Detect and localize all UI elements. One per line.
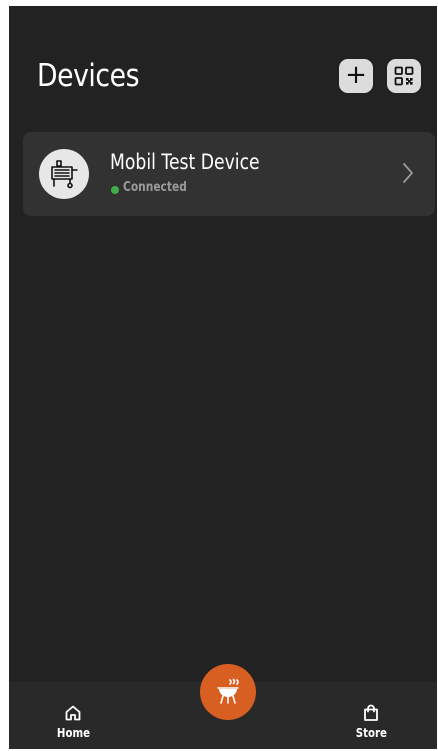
- device-status: Connected: [123, 180, 187, 195]
- grill-center-button[interactable]: [200, 664, 256, 720]
- nav-store-label: Store: [355, 726, 387, 740]
- page-title: Devices: [37, 58, 140, 94]
- device-avatar: [39, 149, 89, 199]
- device-name: Mobil Test Device: [110, 150, 260, 174]
- chevron-right-icon: [403, 163, 413, 183]
- qr-code-icon: [394, 66, 414, 86]
- status-dot: [111, 186, 119, 194]
- nav-home[interactable]: Home: [49, 704, 97, 740]
- plus-icon: +: [345, 60, 367, 90]
- nav-home-label: Home: [56, 726, 90, 740]
- scan-qr-button[interactable]: [387, 59, 421, 93]
- home-icon: [65, 705, 81, 721]
- shopping-bag-icon: [364, 704, 378, 721]
- grill-icon: [217, 678, 239, 704]
- grill-device-icon: [51, 160, 78, 189]
- nav-store[interactable]: Store: [347, 704, 395, 740]
- device-card[interactable]: Mobil Test Device Connected: [23, 132, 435, 216]
- add-device-button[interactable]: +: [339, 59, 373, 93]
- devices-screen: Devices + Mobil Test Device Connected Ho…: [9, 6, 437, 749]
